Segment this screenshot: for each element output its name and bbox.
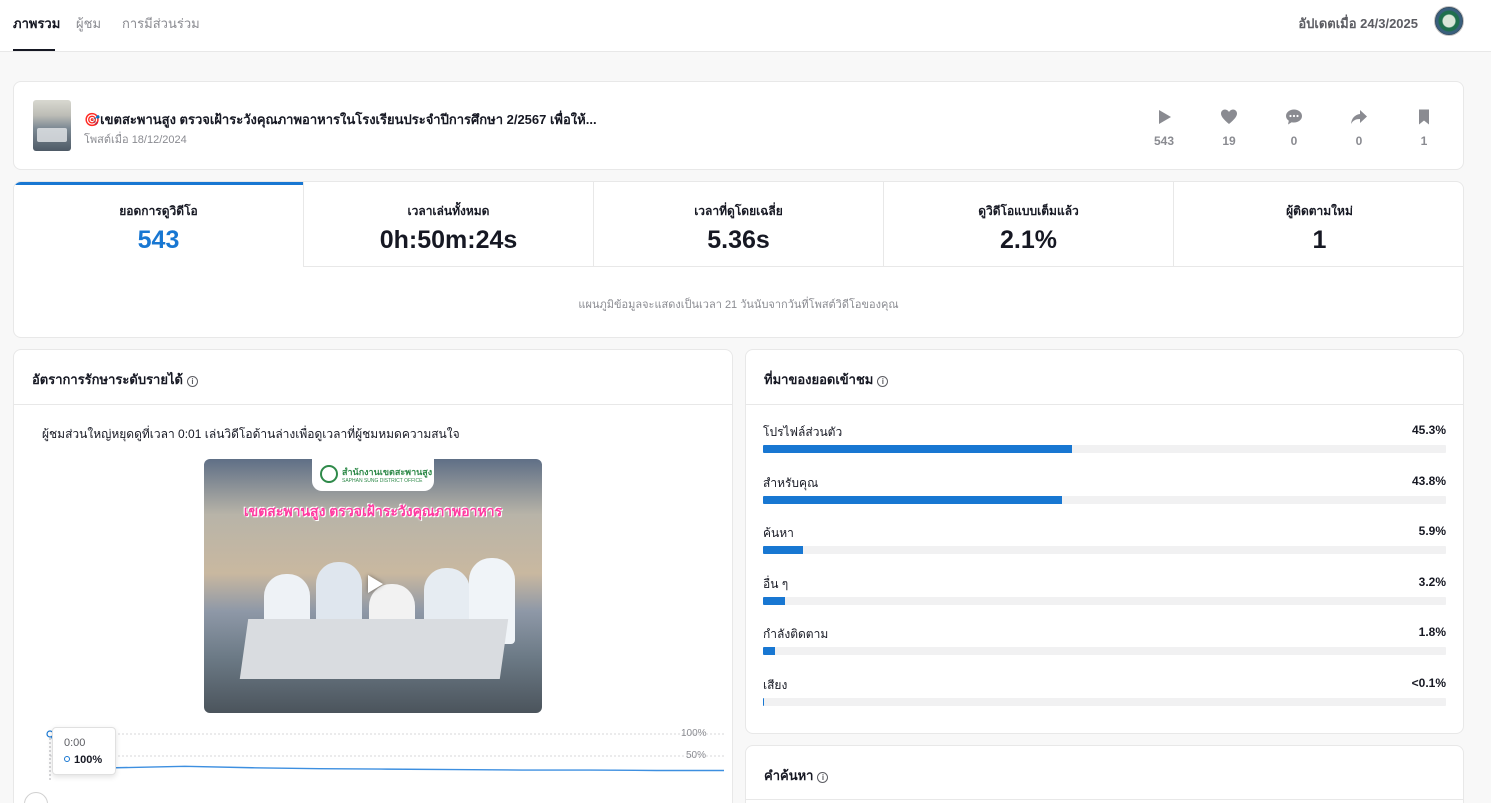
post-title: 🎯เขตสะพานสูง ตรวจเฝ้าระวังคุณภาพอาหารในโ… xyxy=(84,112,597,127)
traffic-source-name: เสียง xyxy=(763,678,788,692)
traffic-bar-fill xyxy=(763,546,804,554)
traffic-source-pct: 5.9% xyxy=(1418,524,1446,538)
retention-description: ผู้ชมส่วนใหญ่หยุดดูที่เวลา 0:01 เล่นวิดี… xyxy=(42,427,460,441)
traffic-bar-track xyxy=(763,698,1446,706)
top-nav: ภาพรวม ผู้ชม การมีส่วนร่วม อัปเดตเมื่อ 2… xyxy=(0,0,1491,52)
traffic-header: ที่มาของยอดเข้าชม i xyxy=(746,350,1463,405)
traffic-source-card: ที่มาของยอดเข้าชม i โปรไฟล์ส่วนตัว 45.3% … xyxy=(745,349,1464,734)
key-metrics-card: ยอดการดูวิดีโอ 543 เวลาเล่นทั้งหมด 0h:50… xyxy=(13,181,1464,338)
video-banner-subtitle: SAPHAN SUNG DISTRICT OFFICE xyxy=(342,478,423,484)
series-dot-icon xyxy=(64,756,70,762)
traffic-bar-track xyxy=(763,647,1446,655)
district-logo-icon xyxy=(320,465,338,483)
metric-video-views[interactable]: ยอดการดูวิดีโอ 543 xyxy=(14,182,304,267)
search-title-text: คำค้นหา xyxy=(764,768,814,783)
traffic-bar-fill xyxy=(763,597,785,605)
play-button-icon[interactable] xyxy=(359,570,387,598)
traffic-bar-fill xyxy=(763,647,776,655)
retention-chart[interactable] xyxy=(28,726,732,803)
traffic-title: ที่มาของยอดเข้าชม i xyxy=(764,369,889,390)
traffic-source-pct: <0.1% xyxy=(1411,676,1446,690)
metric-value: 0h:50m:24s xyxy=(379,226,518,254)
retention-line xyxy=(49,733,724,772)
tab-engagement[interactable]: การมีส่วนร่วม xyxy=(122,13,200,34)
traffic-bar-track xyxy=(763,496,1446,504)
video-caption: เขตสะพานสูง ตรวจเฝ้าระวังคุณภาพอาหาร xyxy=(243,503,503,519)
metric-label: ดูวิดีโอแบบเต็มแล้ว xyxy=(978,204,1079,218)
avatar[interactable] xyxy=(1434,6,1464,36)
comment-icon xyxy=(1286,109,1302,125)
metric-label: ผู้ติดตามใหม่ xyxy=(1286,204,1353,218)
traffic-bar-track xyxy=(763,597,1446,605)
retention-title: อัตราการรักษาระดับรายได้ i xyxy=(32,369,198,390)
tooltip-value: 100% xyxy=(74,754,103,766)
traffic-bar-track xyxy=(763,546,1446,554)
stat-likes-value: 19 xyxy=(1222,134,1236,148)
metrics-note: แผนภูมิข้อมูลจะแสดงเป็นเวลา 21 วันนับจาก… xyxy=(578,299,899,311)
traffic-source-name: อื่น ๆ xyxy=(763,577,789,591)
traffic-source-name: กำลังติดตาม xyxy=(763,627,829,641)
tab-overview[interactable]: ภาพรวม xyxy=(13,13,60,34)
stat-shares-value: 0 xyxy=(1355,134,1363,148)
y-axis-label-50: 50% xyxy=(686,750,707,761)
metric-value: 543 xyxy=(137,226,180,254)
info-icon[interactable]: i xyxy=(817,772,829,783)
retention-tooltip: 0:00 100% xyxy=(52,727,116,775)
stat-saves: 1 xyxy=(1404,108,1444,150)
video-table xyxy=(239,619,509,679)
metric-label: ยอดการดูวิดีโอ xyxy=(119,204,198,218)
video-player[interactable]: สำนักงานเขตสะพานสูง SAPHAN SUNG DISTRICT… xyxy=(204,459,542,713)
info-icon[interactable]: i xyxy=(877,376,889,387)
metric-value: 2.1% xyxy=(1000,226,1057,254)
traffic-source-pct: 43.8% xyxy=(1411,474,1446,488)
stat-views: 543 xyxy=(1144,108,1184,150)
heart-icon xyxy=(1221,109,1237,124)
video-banner-title: สำนักงานเขตสะพานสูง xyxy=(342,467,433,477)
metric-value: 5.36s xyxy=(707,226,770,254)
traffic-source-pct: 45.3% xyxy=(1411,423,1446,437)
tooltip-time: 0:00 xyxy=(64,737,86,749)
traffic-bar-fill xyxy=(763,445,1073,453)
traffic-source-pct: 3.2% xyxy=(1418,575,1446,589)
play-icon xyxy=(1159,110,1171,124)
search-header: คำค้นหา i xyxy=(746,746,1463,800)
retention-header: อัตราการรักษาระดับรายได้ i xyxy=(14,350,732,405)
stat-comments: 0 xyxy=(1274,108,1314,150)
retention-card: อัตราการรักษาระดับรายได้ i ผู้ชมส่วนใหญ่ห… xyxy=(13,349,733,803)
tab-viewers[interactable]: ผู้ชม xyxy=(76,13,101,34)
traffic-source-name: สำหรับคุณ xyxy=(763,476,819,490)
updated-date: อัปเดตเมื่อ 24/3/2025 xyxy=(1298,16,1418,31)
stat-comments-value: 0 xyxy=(1290,134,1298,148)
post-thumbnail[interactable] xyxy=(33,100,71,151)
metric-watched-full-video[interactable]: ดูวิดีโอแบบเต็มแล้ว 2.1% xyxy=(884,182,1174,267)
metric-value: 1 xyxy=(1312,226,1327,254)
traffic-bar-fill xyxy=(763,496,1063,504)
search-title: คำค้นหา i xyxy=(764,765,829,786)
traffic-source-name: โปรไฟล์ส่วนตัว xyxy=(763,425,843,439)
metric-new-followers[interactable]: ผู้ติดตามใหม่ 1 xyxy=(1174,182,1463,267)
search-terms-card: คำค้นหา i xyxy=(745,745,1464,803)
traffic-source-name: ค้นหา xyxy=(763,526,794,540)
retention-title-text: อัตราการรักษาระดับรายได้ xyxy=(32,372,183,387)
stat-likes: 19 xyxy=(1209,108,1249,150)
traffic-source-pct: 1.8% xyxy=(1418,625,1446,639)
metric-average-watch-time[interactable]: เวลาที่ดูโดยเฉลี่ย 5.36s xyxy=(594,182,884,267)
stat-shares: 0 xyxy=(1339,108,1379,150)
stat-views-value: 543 xyxy=(1153,134,1175,148)
video-banner: สำนักงานเขตสะพานสูง SAPHAN SUNG DISTRICT… xyxy=(312,459,434,491)
tooltip-value-row: 100% xyxy=(64,754,102,766)
info-icon[interactable]: i xyxy=(186,376,198,387)
metric-label: เวลาเล่นทั้งหมด xyxy=(407,204,490,218)
traffic-bar-track xyxy=(763,445,1446,453)
active-tab-indicator xyxy=(13,49,55,51)
share-icon xyxy=(1351,110,1367,124)
post-date: โพสต์เมื่อ 18/12/2024 xyxy=(84,134,187,146)
traffic-title-text: ที่มาของยอดเข้าชม xyxy=(764,372,874,387)
bookmark-icon xyxy=(1419,109,1429,125)
metric-total-play-time[interactable]: เวลาเล่นทั้งหมด 0h:50m:24s xyxy=(304,182,594,267)
metric-label: เวลาที่ดูโดยเฉลี่ย xyxy=(694,204,783,218)
y-axis-label-100: 100% xyxy=(681,728,707,739)
stat-saves-value: 1 xyxy=(1420,134,1428,148)
post-summary-card: 🎯เขตสะพานสูง ตรวจเฝ้าระวังคุณภาพอาหารในโ… xyxy=(13,81,1464,170)
